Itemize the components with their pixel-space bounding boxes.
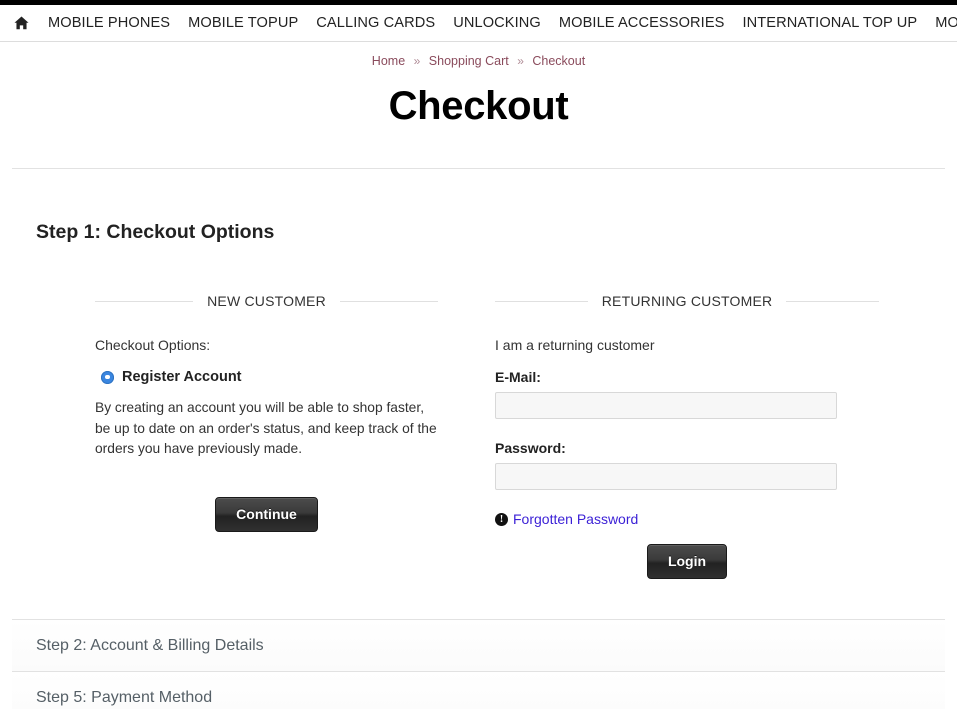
forgotten-password-link[interactable]: Forgotten Password: [513, 511, 638, 527]
panel-step-2[interactable]: Step 2: Account & Billing Details: [12, 619, 945, 672]
login-button[interactable]: Login: [646, 544, 728, 580]
nav-item-mobile-phones[interactable]: MOBILE PHONES: [39, 15, 179, 31]
step-1-heading: Step 1: Checkout Options: [36, 221, 275, 243]
password-label: Password:: [495, 440, 566, 457]
breadcrumb-separator: »: [517, 54, 524, 68]
login-button-wrap: Login: [495, 527, 879, 580]
email-input[interactable]: [495, 392, 837, 420]
register-account-label: Register Account: [122, 369, 242, 386]
nav-item-mobile-topup[interactable]: MOBILE TOPUP: [179, 15, 307, 31]
radio-selected-icon[interactable]: [101, 370, 114, 384]
nav-item-unlocking[interactable]: UNLOCKING: [444, 15, 550, 31]
checkout-step-panels: Step 2: Account & Billing Details Step 5…: [12, 619, 945, 709]
register-account-radio-row[interactable]: Register Account: [101, 369, 438, 385]
register-account-description: By creating an account you will be able …: [95, 400, 437, 457]
returning-customer-legend-text: RETURNING CUSTOMER: [601, 293, 773, 309]
returning-customer-legend: RETURNING CUSTOMER: [495, 293, 879, 309]
new-customer-legend-text: NEW CUSTOMER: [207, 293, 326, 309]
email-field-block: E-Mail:: [495, 369, 879, 420]
forgotten-password-row: ! Forgotten Password: [495, 511, 879, 527]
returning-customer-intro: I am a returning customer: [495, 337, 655, 353]
breadcrumb-item-home[interactable]: Home: [372, 54, 405, 68]
breadcrumb-item-checkout[interactable]: Checkout: [532, 54, 585, 68]
breadcrumb-separator: »: [413, 54, 421, 68]
panel-step-5-title[interactable]: Step 5: Payment Method: [12, 672, 945, 709]
breadcrumb: Home » Shopping Cart » Checkout: [0, 42, 957, 72]
page-title: Checkout: [388, 84, 569, 128]
new-customer-column: NEW CUSTOMER Checkout Options: Register …: [95, 293, 487, 579]
panel-step-2-title[interactable]: Step 2: Account & Billing Details: [12, 620, 945, 671]
nav-item-international-top-up[interactable]: INTERNATIONAL TOP UP: [734, 15, 927, 31]
continue-button-wrap: Continue: [95, 460, 438, 532]
nav-item-calling-cards[interactable]: CALLING CARDS: [307, 15, 444, 31]
breadcrumb-item-shopping-cart[interactable]: Shopping Cart: [429, 54, 509, 68]
main-navigation: MOBILE PHONES MOBILE TOPUP CALLING CARDS…: [0, 5, 957, 42]
checkout-options-columns: NEW CUSTOMER Checkout Options: Register …: [0, 293, 957, 580]
email-label: E-Mail:: [495, 369, 541, 386]
exclamation-circle-icon: !: [495, 512, 508, 526]
nav-item-mobile-repairs[interactable]: MOBILE REPAIRS: [926, 15, 957, 31]
password-field-block: Password:: [495, 440, 879, 491]
panel-step-5[interactable]: Step 5: Payment Method: [12, 671, 945, 709]
new-customer-legend: NEW CUSTOMER: [95, 293, 438, 309]
returning-customer-column: RETURNING CUSTOMER I am a returning cust…: [487, 293, 879, 580]
checkout-options-label: Checkout Options:: [95, 337, 211, 353]
continue-button[interactable]: Continue: [215, 496, 318, 532]
title-divider: [12, 168, 945, 169]
home-icon[interactable]: [14, 12, 29, 34]
nav-item-mobile-accessories[interactable]: MOBILE ACCESSORIES: [550, 15, 734, 31]
password-input[interactable]: [495, 463, 837, 491]
